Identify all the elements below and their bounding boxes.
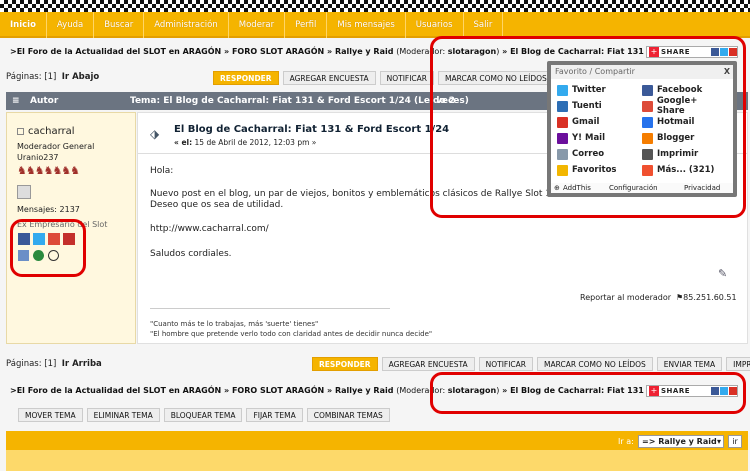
breadcrumb-forum[interactable]: >El Foro de la Actualidad del SLOT en AR… — [10, 386, 221, 395]
chevron-down-icon: ▾ — [716, 437, 721, 446]
header-author: Autor — [30, 96, 59, 106]
highlight-share-popup — [430, 36, 746, 218]
topic-buttons-bottom: RESPONDER AGREGAR ENCUESTA NOTIFICAR MAR… — [312, 357, 750, 371]
breadcrumb-forum[interactable]: >El Foro de la Actualidad del SLOT en AR… — [10, 47, 221, 56]
breadcrumb-board[interactable]: Rallye y Raid — [335, 47, 394, 56]
author-rank: Uranio237 — [17, 153, 59, 162]
go-up-link[interactable]: Ir Arriba — [62, 359, 102, 369]
post-line-1: Hola: — [150, 166, 174, 176]
add-poll-button[interactable]: AGREGAR ENCUESTA — [282, 71, 376, 85]
menu-moderar[interactable]: Moderar — [229, 12, 286, 38]
avatar — [17, 185, 31, 199]
pagination-bottom: Páginas: [1] Ir Arriba — [6, 359, 102, 369]
breadcrumb-board[interactable]: Rallye y Raid — [335, 386, 394, 395]
signature-line-2: "El hombre que pretende verlo todo con c… — [150, 330, 433, 338]
breadcrumb-section[interactable]: FORO SLOT ARAGÓN — [232, 386, 324, 395]
menu-usuarios[interactable]: Usuarios — [406, 12, 464, 38]
add-poll-button[interactable]: AGREGAR ENCUESTA — [381, 357, 475, 371]
print-button[interactable]: IMPRIMIR — [726, 357, 750, 371]
post-date-value: 15 de Abril de 2012, 12:03 pm » — [194, 138, 317, 147]
delete-topic-button[interactable]: ELIMINAR TEMA — [86, 408, 160, 422]
author-name[interactable]: cacharral — [28, 126, 75, 137]
post-title[interactable]: El Blog de Cacharral: Fiat 131 & Ford Es… — [174, 124, 449, 135]
reply-button[interactable]: RESPONDER — [312, 357, 378, 371]
quote-icon[interactable]: ✎ — [718, 267, 727, 280]
menu-inicio[interactable]: Inicio — [0, 12, 47, 38]
breadcrumb-sep: » — [221, 386, 232, 395]
pagination-top: Páginas: [1] Ir Abajo — [6, 72, 99, 82]
highlight-author-icons — [10, 219, 86, 277]
jump-select[interactable]: => Rallye y Raid ▾ — [638, 435, 724, 448]
menu-salir[interactable]: Salir — [464, 12, 504, 38]
post-ip: ⚑85.251.60.51 — [676, 293, 737, 302]
post-line-3: Deseo que os sea de utilidad. — [150, 200, 284, 210]
menu-buscar[interactable]: Buscar — [94, 12, 145, 38]
post-url-link[interactable]: http://www.cacharral.com/ — [150, 224, 269, 234]
breadcrumb-sep: » — [221, 47, 232, 56]
signature-line-1: "Cuanto más te lo trabajas, más 'suerte'… — [150, 320, 319, 328]
post-line-4: Saludos cordiales. — [150, 249, 232, 259]
menu-ayuda[interactable]: Ayuda — [47, 12, 95, 38]
checkered-banner — [0, 0, 750, 12]
menu-mis-mensajes[interactable]: Mis mensajes — [327, 12, 406, 38]
author-messages: Mensajes: 2137 — [17, 205, 80, 214]
send-topic-button[interactable]: ENVIAR TEMA — [656, 357, 723, 371]
lower-band — [6, 450, 748, 471]
header-author-icon: ≡ — [12, 96, 20, 106]
move-topic-button[interactable]: MOVER TEMA — [18, 408, 83, 422]
header-topic: Tema: El Blog de Cacharral: Fiat 131 & F… — [130, 96, 456, 106]
lock-topic-button[interactable]: BLOQUEAR TEMA — [163, 408, 243, 422]
post-date-prefix: « el: — [174, 138, 193, 147]
signature-divider — [150, 308, 390, 309]
jump-select-value: => Rallye y Raid — [642, 437, 717, 446]
menu-perfil[interactable]: Perfil — [285, 12, 328, 38]
go-down-link[interactable]: Ir Abajo — [62, 72, 99, 82]
author-name-row: cacharral — [17, 126, 75, 137]
merge-topics-button[interactable]: COMBINAR TEMAS — [306, 408, 390, 422]
post-icon: ⬗ — [150, 127, 160, 141]
post-ip-value: 85.251.60.51 — [683, 293, 737, 302]
main-menu: Inicio Ayuda Buscar Administración Moder… — [0, 12, 750, 38]
moderation-buttons: MOVER TEMA ELIMINAR TEMA BLOQUEAR TEMA F… — [18, 408, 390, 422]
breadcrumb-section[interactable]: FORO SLOT ARAGÓN — [232, 47, 324, 56]
jump-to-bar: Ir a: => Rallye y Raid ▾ ir — [6, 434, 748, 450]
sticky-topic-button[interactable]: FIJAR TEMA — [246, 408, 303, 422]
breadcrumb-sep: » — [324, 386, 335, 395]
offline-icon — [17, 128, 24, 135]
notify-button[interactable]: NOTIFICAR — [379, 71, 435, 85]
jump-go-button[interactable]: ir — [728, 435, 742, 448]
report-moderator-link[interactable]: Reportar al moderador — [580, 293, 671, 302]
reply-button[interactable]: RESPONDER — [213, 71, 279, 85]
jump-label: Ir a: — [618, 437, 634, 446]
notify-button[interactable]: NOTIFICAR — [478, 357, 534, 371]
menu-administracion[interactable]: Administración — [144, 12, 229, 38]
highlight-share-bottom — [430, 372, 746, 414]
rank-stars-icon: ♞♞♞♞♞♞♞ — [17, 164, 80, 177]
mark-unread-button[interactable]: MARCAR COMO NO LEÍDOS — [537, 357, 653, 371]
breadcrumb-sep: » — [324, 47, 335, 56]
post-date: « el: 15 de Abril de 2012, 12:03 pm » — [174, 138, 316, 147]
pages-label: Páginas: [1] — [6, 72, 57, 82]
author-role: Moderador General — [17, 142, 95, 151]
pages-label: Páginas: [1] — [6, 359, 57, 369]
